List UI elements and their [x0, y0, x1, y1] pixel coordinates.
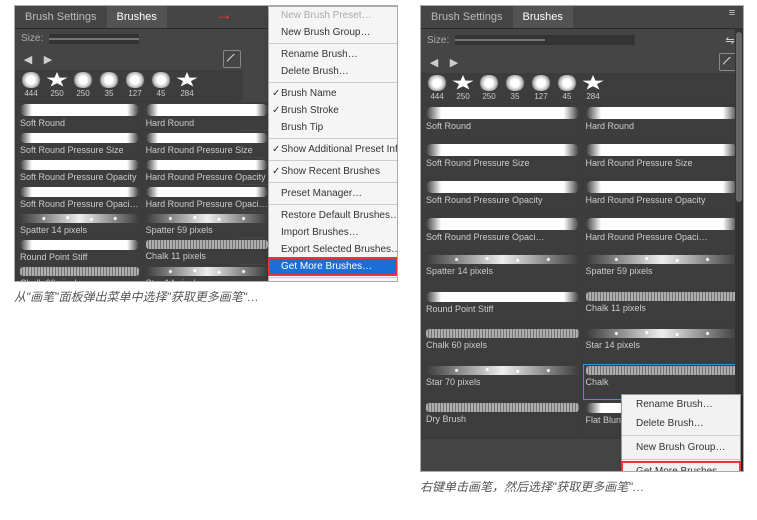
brush-grid: Soft Round Hard Round Soft Round Pressur…: [15, 100, 239, 282]
brush-toolbar: ◀ ▶: [421, 51, 743, 73]
brush-item[interactable]: Star 14 pixels: [583, 327, 742, 363]
recent-brush[interactable]: 127: [123, 72, 147, 98]
brush-item[interactable]: Soft Round Pressure Size: [423, 142, 582, 178]
recent-brush[interactable]: 284: [175, 72, 199, 98]
tab-brushes[interactable]: Brushes: [513, 6, 573, 28]
tab-brush-settings[interactable]: Brush Settings: [15, 6, 107, 28]
recent-brush[interactable]: 250: [477, 75, 501, 101]
brush-item[interactable]: Hard Round Pressure Opaci…: [583, 216, 742, 252]
size-slider[interactable]: [49, 34, 139, 44]
brush-item[interactable]: Soft Round Pressure Opacity: [423, 179, 582, 215]
tab-brushes[interactable]: Brushes: [107, 6, 167, 28]
size-slider[interactable]: [455, 35, 635, 45]
caption-right: 右键单击画笔，然后选择"获取更多画笔"…: [420, 478, 645, 495]
brush-item[interactable]: Spatter 59 pixels: [583, 253, 742, 289]
menu-export-selected[interactable]: Export Selected Brushes…: [269, 241, 397, 258]
red-arrow: →: [215, 5, 233, 25]
ctx-rename-brush[interactable]: Rename Brush…: [622, 395, 740, 414]
brush-item[interactable]: Hard Round Pressure Opacity: [143, 158, 271, 184]
size-label: Size:: [427, 35, 449, 46]
context-menu: Rename Brush… Delete Brush… New Brush Gr…: [621, 394, 741, 472]
brush-item[interactable]: Chalk 11 pixels: [143, 238, 271, 264]
brush-item[interactable]: Spatter 14 pixels: [423, 253, 582, 289]
brush-item[interactable]: Spatter 59 pixels: [143, 212, 271, 237]
brush-item[interactable]: Soft Round: [17, 102, 142, 130]
brush-item[interactable]: Soft Round Pressure Opaci…: [17, 185, 142, 211]
menu-rename-brush[interactable]: Rename Brush…: [269, 46, 397, 63]
recent-brushes-row: 444 250 250 35 127 45 284: [15, 70, 243, 100]
brush-item[interactable]: Star 14 pixels: [143, 265, 271, 282]
menu-show-additional[interactable]: Show Additional Preset Info: [269, 141, 397, 158]
menu-import-brushes[interactable]: Import Brushes…: [269, 224, 397, 241]
menu-converted-legacy[interactable]: Converted Legacy Tool Presets: [269, 280, 397, 282]
recent-brush[interactable]: 35: [503, 75, 527, 101]
menu-brush-tip[interactable]: Brush Tip: [269, 119, 397, 136]
ctx-new-brush-group[interactable]: New Brush Group…: [622, 438, 740, 457]
panel-menu-icon[interactable]: ≡: [725, 6, 739, 20]
size-bar: Size:: [15, 29, 247, 48]
panel-tabs: Brush Settings Brushes ≡: [421, 6, 743, 29]
brush-item[interactable]: Hard Round Pressure Size: [583, 142, 742, 178]
view-left-icon[interactable]: ◀: [21, 52, 35, 66]
panel-flyout-menu: New Brush Preset… New Brush Group… Renam…: [268, 6, 398, 282]
recent-brush[interactable]: 444: [425, 75, 449, 101]
menu-new-preset[interactable]: New Brush Preset…: [269, 7, 397, 24]
brush-item[interactable]: Chalk 60 pixels: [423, 327, 582, 363]
scrollbar-thumb[interactable]: [736, 32, 742, 202]
brush-item[interactable]: Hard Round Pressure Opaci…: [143, 185, 271, 211]
recent-brush[interactable]: 45: [149, 72, 173, 98]
recent-brush[interactable]: 250: [45, 72, 69, 98]
recent-brush[interactable]: 127: [529, 75, 553, 101]
brush-item[interactable]: Round Point Stiff: [423, 290, 582, 326]
menu-get-more-brushes[interactable]: Get More Brushes…: [269, 258, 397, 275]
menu-brush-name[interactable]: Brush Name: [269, 85, 397, 102]
size-bar: Size: ⇋: [421, 29, 743, 51]
brush-item[interactable]: Hard Round Pressure Opacity: [583, 179, 742, 215]
brush-item[interactable]: Soft Round Pressure Opacity: [17, 158, 142, 184]
brush-item[interactable]: Soft Round: [423, 105, 582, 141]
menu-restore-default[interactable]: Restore Default Brushes…: [269, 207, 397, 224]
brush-item[interactable]: Soft Round Pressure Size: [17, 131, 142, 157]
screenshot-brushes-panel-menu: Brush Settings Brushes → Size: ◀ ▶ 444 2…: [14, 5, 398, 282]
menu-delete-brush[interactable]: Delete Brush…: [269, 63, 397, 80]
brush-item[interactable]: Soft Round Pressure Opaci…: [423, 216, 582, 252]
menu-preset-manager[interactable]: Preset Manager…: [269, 185, 397, 202]
brush-item[interactable]: Star 70 pixels: [423, 364, 582, 400]
brush-item[interactable]: Chalk 60 pixels: [17, 265, 142, 282]
recent-brush[interactable]: 45: [555, 75, 579, 101]
brush-item[interactable]: Round Point Stiff: [17, 238, 142, 264]
view-right-icon[interactable]: ▶: [41, 52, 55, 66]
recent-brush[interactable]: 35: [97, 72, 121, 98]
recent-brush[interactable]: 444: [19, 72, 43, 98]
caption-left: 从"画笔"面板弹出菜单中选择"获取更多画笔"…: [14, 288, 259, 305]
tab-brush-settings[interactable]: Brush Settings: [421, 6, 513, 28]
brush-toolbar: ◀ ▶: [15, 48, 247, 70]
brush-item[interactable]: Hard Round Pressure Size: [143, 131, 271, 157]
brush-item[interactable]: Hard Round: [583, 105, 742, 141]
size-label: Size:: [21, 33, 43, 44]
menu-show-recent[interactable]: Show Recent Brushes: [269, 163, 397, 180]
menu-new-group[interactable]: New Brush Group…: [269, 24, 397, 41]
recent-brush[interactable]: 250: [451, 75, 475, 101]
brush-item[interactable]: Hard Round: [143, 102, 271, 130]
brush-grid: Soft Round Hard Round Soft Round Pressur…: [421, 103, 743, 439]
menu-brush-stroke[interactable]: Brush Stroke: [269, 102, 397, 119]
view-left-icon[interactable]: ◀: [427, 55, 441, 69]
ctx-get-more-brushes[interactable]: Get More Brushes…: [622, 462, 740, 472]
brush-item[interactable]: Chalk 11 pixels: [583, 290, 742, 326]
view-right-icon[interactable]: ▶: [447, 55, 461, 69]
recent-brush[interactable]: 284: [581, 75, 605, 101]
brush-item[interactable]: Spatter 14 pixels: [17, 212, 142, 237]
pencil-toggle-icon[interactable]: [223, 50, 241, 68]
screenshot-brushes-context-menu: Brush Settings Brushes ≡ Size: ⇋ ◀ ▶ 444…: [420, 5, 744, 472]
recent-brushes-row: 444 250 250 35 127 45 284: [421, 73, 743, 103]
ctx-delete-brush[interactable]: Delete Brush…: [622, 414, 740, 433]
recent-brush[interactable]: 250: [71, 72, 95, 98]
brush-item[interactable]: Dry Brush: [423, 401, 582, 437]
